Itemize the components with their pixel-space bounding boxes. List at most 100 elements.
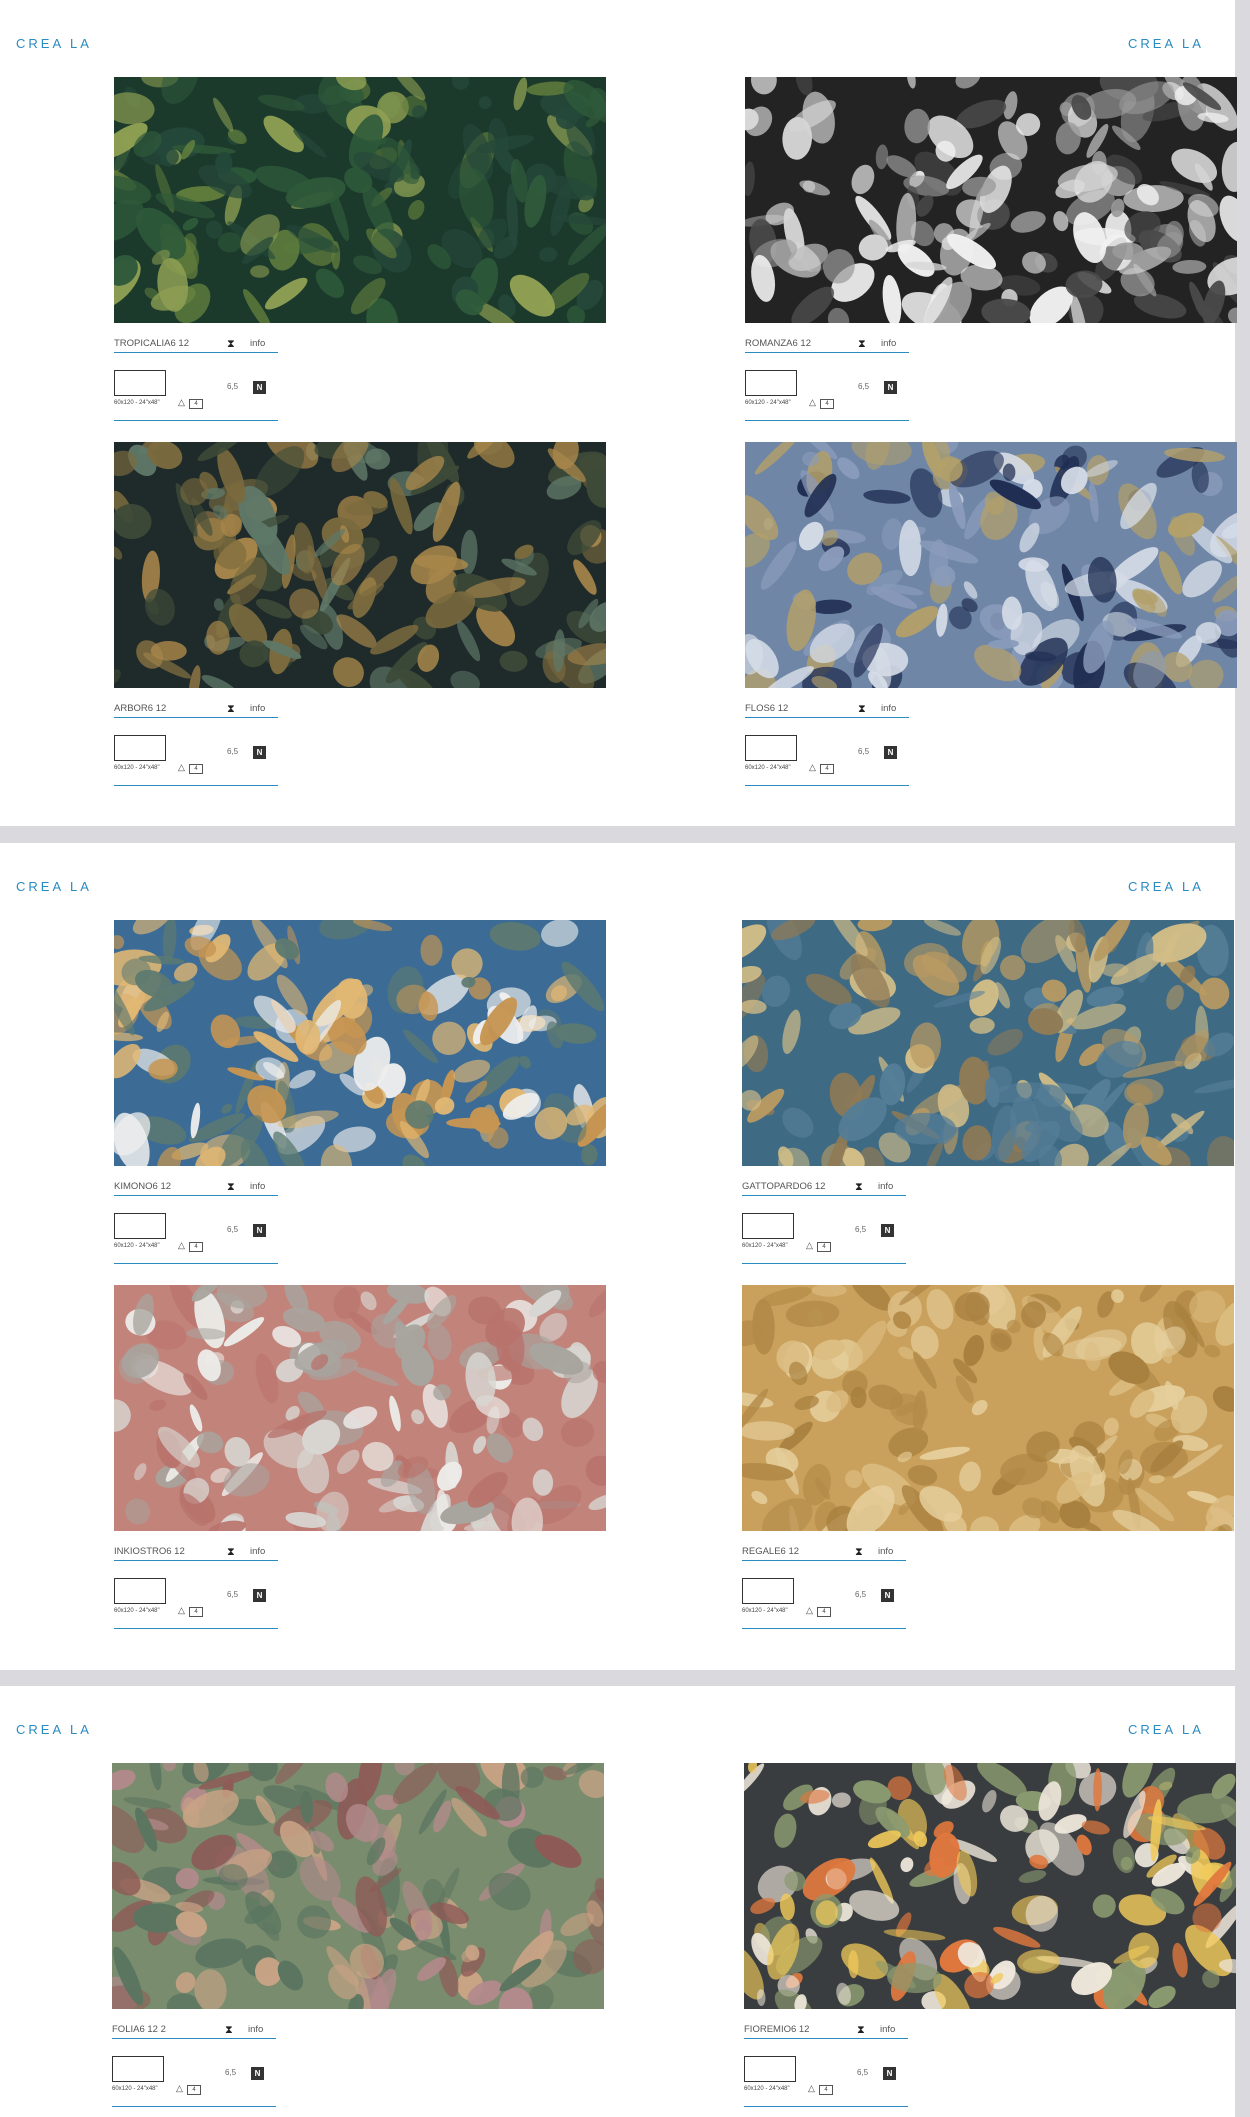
product-info-row: KIMONO6 12 ⧗ info — [114, 1179, 278, 1196]
info-link[interactable]: info — [881, 703, 896, 714]
triangle-icon: △ — [806, 1605, 813, 1615]
package-icon: 4 — [820, 399, 834, 409]
triangle-icon: △ — [806, 1240, 813, 1250]
n-badge: N — [883, 2067, 896, 2080]
package-icon: 4 — [189, 399, 203, 409]
package-icon: 4 — [819, 2085, 833, 2095]
thickness-label: 6,5 — [857, 2068, 869, 2077]
n-badge: N — [881, 1224, 894, 1237]
triangle-icon: △ — [808, 2083, 815, 2093]
info-link[interactable]: info — [250, 1546, 265, 1557]
product-name: FOLIA6 12 2 — [112, 2024, 166, 2035]
triangle-icon: △ — [809, 397, 816, 407]
hourglass-icon: ⧗ — [855, 1546, 863, 1558]
tile-image[interactable] — [745, 77, 1237, 323]
info-link[interactable]: info — [878, 1181, 893, 1192]
brand-label: CREA LA — [16, 1722, 92, 1737]
product-name: FLOS6 12 — [745, 703, 789, 714]
thickness-label: 6,5 — [855, 1225, 867, 1234]
info-link[interactable]: info — [250, 703, 265, 714]
pattern-motif — [894, 1112, 956, 1145]
format-rectangle-icon — [742, 1213, 794, 1239]
product-name: KIMONO6 12 — [114, 1181, 172, 1192]
n-badge: N — [253, 381, 266, 394]
tile-image[interactable] — [114, 1285, 606, 1531]
package-icon: 4 — [820, 764, 834, 774]
package-icon: 4 — [189, 764, 203, 774]
brand-label: CREA LA — [1128, 879, 1204, 894]
spec-block: 60x120 - 24"x48" △ 4 6,5 N — [742, 1578, 906, 1629]
catalog-page-3: CREA LA CREA LA FOLIA6 12 2 ⧗ info 60x12… — [0, 1686, 1236, 2117]
tile-pattern — [744, 1763, 1236, 2009]
package-icon: 4 — [189, 1242, 203, 1252]
format-rectangle-icon — [114, 1213, 166, 1239]
info-link[interactable]: info — [881, 338, 896, 349]
tile-image[interactable] — [114, 442, 606, 688]
info-link[interactable]: info — [248, 2024, 263, 2035]
tile-pattern — [114, 77, 606, 323]
brand-label: CREA LA — [1128, 36, 1204, 51]
size-label: 60x120 - 24"x48" — [114, 1608, 160, 1614]
thickness-label: 6,5 — [858, 382, 870, 391]
format-rectangle-icon — [114, 370, 166, 396]
tile-pattern — [112, 1763, 604, 2009]
package-icon: 4 — [817, 1242, 831, 1252]
format-rectangle-icon — [114, 1578, 166, 1604]
hourglass-icon: ⧗ — [858, 338, 866, 350]
info-link[interactable]: info — [250, 338, 265, 349]
format-rectangle-icon — [114, 735, 166, 761]
size-label: 60x120 - 24"x48" — [742, 1608, 788, 1614]
n-badge: N — [884, 381, 897, 394]
size-label: 60x120 - 24"x48" — [745, 400, 791, 406]
catalog-page-1: CREA LA CREA LA TROPICALIA6 12 ⧗ info 60… — [0, 0, 1237, 826]
tile-image[interactable] — [114, 77, 606, 323]
triangle-icon: △ — [178, 1605, 185, 1615]
info-link[interactable]: info — [250, 1181, 265, 1192]
product-info-row: ROMANZA6 12 ⧗ info — [745, 336, 909, 353]
pattern-motif — [1112, 242, 1144, 260]
info-link[interactable]: info — [880, 2024, 895, 2035]
format-rectangle-icon — [745, 735, 797, 761]
tile-image[interactable] — [742, 920, 1234, 1166]
spec-block: 60x120 - 24"x48" △ 4 6,5 N — [745, 735, 909, 786]
thickness-label: 6,5 — [225, 2068, 237, 2077]
brand-label: CREA LA — [1128, 1722, 1204, 1737]
tile-pattern — [114, 442, 606, 688]
size-label: 60x120 - 24"x48" — [745, 765, 791, 771]
n-badge: N — [884, 746, 897, 759]
package-icon: 4 — [817, 1607, 831, 1617]
catalog-page-2: CREA LA CREA LA KIMONO6 12 ⧗ info 60x120… — [0, 843, 1235, 1670]
product-name: ROMANZA6 12 — [745, 338, 811, 349]
spec-block: 60x120 - 24"x48" △ 4 6,5 N — [745, 370, 909, 421]
tile-image[interactable] — [744, 1763, 1236, 2009]
tile-image[interactable] — [742, 1285, 1234, 1531]
size-label: 60x120 - 24"x48" — [114, 1243, 160, 1249]
thickness-label: 6,5 — [855, 1590, 867, 1599]
size-label: 60x120 - 24"x48" — [112, 2086, 158, 2092]
size-label: 60x120 - 24"x48" — [742, 1243, 788, 1249]
product-name: TROPICALIA6 12 — [114, 338, 189, 349]
hourglass-icon: ⧗ — [858, 703, 866, 715]
info-link[interactable]: info — [878, 1546, 893, 1557]
n-badge: N — [253, 1589, 266, 1602]
triangle-icon: △ — [178, 397, 185, 407]
product-name: GATTOPARDO6 12 — [742, 1181, 826, 1192]
product-name: REGALE6 12 — [742, 1546, 800, 1557]
n-badge: N — [253, 1224, 266, 1237]
hourglass-icon: ⧗ — [227, 703, 235, 715]
tile-pattern — [745, 442, 1237, 688]
thickness-label: 6,5 — [227, 382, 239, 391]
pattern-motif — [250, 265, 270, 278]
thickness-label: 6,5 — [227, 1590, 239, 1599]
product-info-row: GATTOPARDO6 12 ⧗ info — [742, 1179, 906, 1196]
hourglass-icon: ⧗ — [855, 1181, 863, 1193]
tile-image[interactable] — [114, 920, 606, 1166]
triangle-icon: △ — [178, 762, 185, 772]
triangle-icon: △ — [809, 762, 816, 772]
spec-block: 60x120 - 24"x48" △ 4 6,5 N — [114, 1578, 278, 1629]
brand-label: CREA LA — [16, 879, 92, 894]
product-info-row: FIOREMIO6 12 ⧗ info — [744, 2022, 908, 2039]
hourglass-icon: ⧗ — [227, 1546, 235, 1558]
tile-image[interactable] — [745, 442, 1237, 688]
tile-image[interactable] — [112, 1763, 604, 2009]
